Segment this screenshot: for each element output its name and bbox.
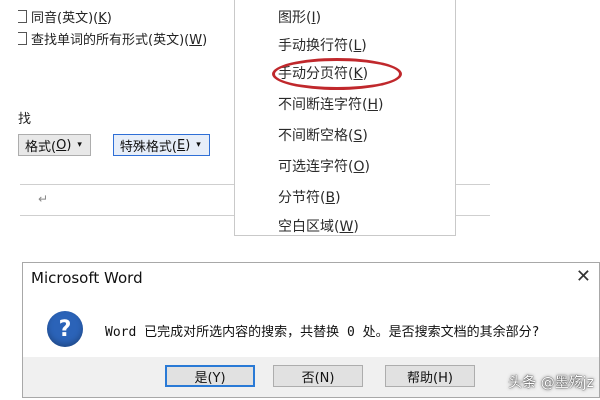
format-button-row: 格式(O) ▾ 特殊格式(E) ▾: [18, 134, 210, 156]
menu-item-manual-line-break[interactable]: 手动换行符(L): [278, 34, 367, 58]
menu-item-graphic[interactable]: 图形(I): [278, 6, 321, 30]
no-button[interactable]: 否(N): [273, 365, 363, 387]
watermark: 头条 @墨殇jz: [508, 375, 594, 391]
menu-item-nonbreaking-space[interactable]: 不间断空格(S): [278, 124, 368, 148]
format-button[interactable]: 格式(O) ▾: [18, 134, 91, 156]
menu-item-white-space[interactable]: 空白区域(W): [278, 215, 359, 239]
close-icon[interactable]: ✕: [576, 266, 591, 287]
menu-item-nonbreaking-hyphen[interactable]: 不间断连字符(H): [278, 93, 383, 117]
homophone-checkbox[interactable]: [18, 9, 27, 23]
question-icon: ?: [47, 311, 83, 347]
option-all-word-forms[interactable]: 查找单词的所有形式(英文)(W): [18, 28, 207, 48]
option-homophone[interactable]: 同音(英文)(K): [18, 6, 112, 26]
chevron-down-icon: ▾: [77, 140, 82, 150]
find-section-label: 找: [18, 112, 32, 127]
all-word-forms-label: 查找单词的所有形式(英文)(W): [31, 32, 208, 48]
message-box-title: Microsoft Word: [31, 269, 143, 287]
yes-button[interactable]: 是(Y): [165, 365, 255, 387]
menu-item-optional-hyphen[interactable]: 可选连字符(O): [278, 155, 370, 179]
menu-item-section-break[interactable]: 分节符(B): [278, 186, 341, 210]
chevron-down-icon: ▾: [196, 140, 201, 150]
paragraph-mark: ↵: [38, 192, 49, 206]
help-button[interactable]: 帮助(H): [385, 365, 475, 387]
all-word-forms-checkbox[interactable]: [18, 31, 27, 45]
homophone-label: 同音(英文)(K): [31, 10, 112, 26]
highlight-ring-annotation: [272, 58, 402, 90]
find-replace-dialog: 同音(英文)(K) 查找单词的所有形式(英文)(W) 找 格式(O) ▾ 特殊格…: [0, 0, 240, 186]
message-box-text: Word 已完成对所选内容的搜索，共替换 0 处。是否搜索文档的其余部分?: [105, 325, 540, 340]
screenshot-separator: [0, 238, 600, 260]
special-format-button[interactable]: 特殊格式(E) ▾: [112, 134, 210, 156]
